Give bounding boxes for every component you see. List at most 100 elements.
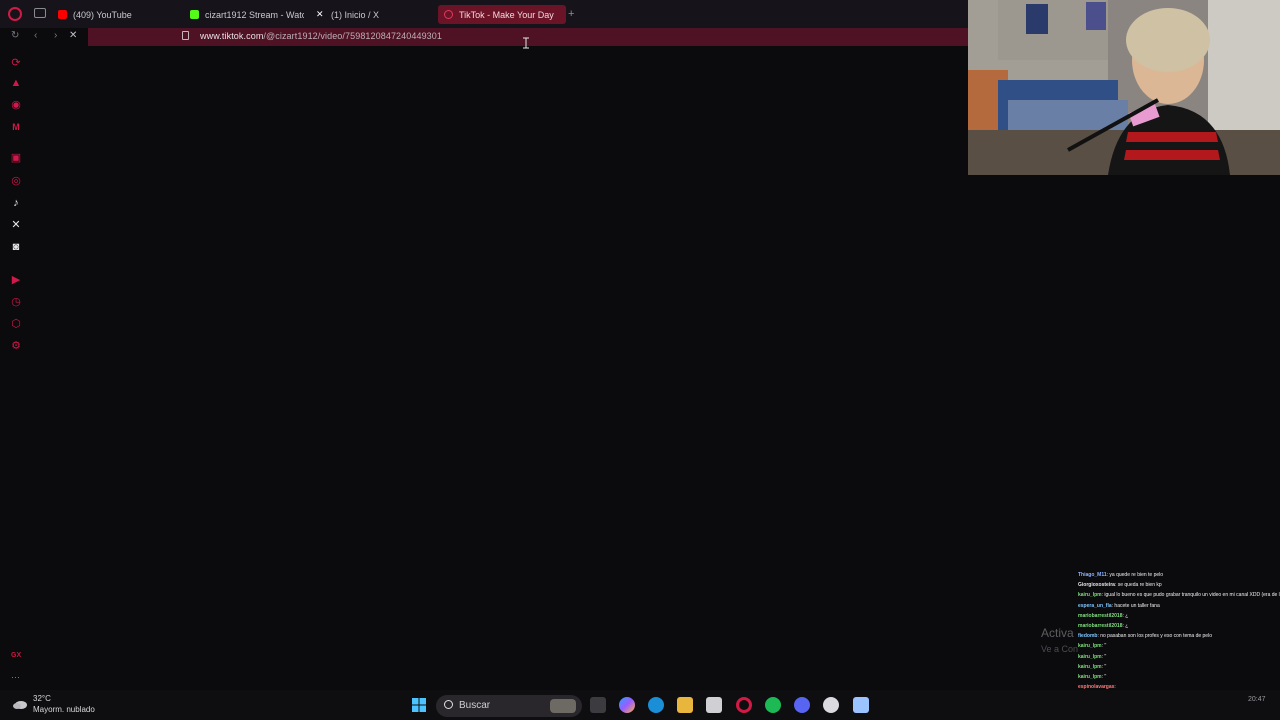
chat-username: kairu_lpm: [1078, 663, 1102, 670]
player-icon[interactable]: ▶: [10, 274, 22, 286]
reload-icon[interactable]: ↻: [11, 30, 19, 41]
chat-username: espera_un_fla: [1078, 602, 1112, 609]
tab-islands-icon[interactable]: [34, 8, 46, 18]
twitch-icon[interactable]: ▣: [10, 152, 22, 164]
opera-gx-taskbar-icon[interactable]: [736, 697, 752, 713]
chat-username: kairu_lpm: [1078, 653, 1102, 660]
chat-text: '': [1104, 674, 1107, 681]
file-explorer-icon[interactable]: [677, 697, 693, 713]
messenger-icon[interactable]: ◉: [10, 99, 22, 111]
address-bar-row: ↻ ‹ › www.tiktok.com/@cizart1912/video/7…: [0, 28, 968, 46]
task-view-icon[interactable]: [590, 697, 606, 713]
webcam-image: [968, 0, 1280, 175]
spotify-icon[interactable]: [765, 697, 781, 713]
chat-message: mariobarrestil2018: ¿: [1078, 611, 1280, 621]
sidebar: ⟳ ▲ ◉ M ▣ ◎ ♪ ✕ ◙ ▶ ◷ ⬡ ⚙: [0, 46, 32, 690]
weather-description[interactable]: Mayorm. nublado: [33, 705, 95, 714]
clock-icon[interactable]: ◷: [10, 296, 22, 308]
chat-message: kairu_lpm: '': [1078, 662, 1280, 672]
webcam-overlay: [968, 0, 1280, 175]
activate-windows-watermark: Activa: [1041, 626, 1074, 640]
windows-taskbar: 32°C Mayorm. nublado Buscar 20:47: [0, 690, 1280, 720]
tab-label: (1) Inicio / X: [331, 9, 380, 20]
chat-username: kairu_lpm: [1078, 592, 1102, 599]
chat-text: ya quede re bien te pelo: [1109, 572, 1164, 578]
weather-temperature[interactable]: 32°C: [33, 694, 51, 703]
tiktok-icon[interactable]: ♪: [10, 197, 22, 209]
chat-text: ¿: [1125, 623, 1129, 630]
clock[interactable]: 20:47: [1248, 696, 1266, 703]
opera-gx-logo-icon[interactable]: [8, 7, 22, 21]
chat-message: kairu_lpm: igual lo bueno es que pudo gr…: [1078, 590, 1280, 600]
taskbar-search[interactable]: Buscar: [436, 695, 582, 717]
url-path: /@cizart1912/video/7598120847240449301: [263, 31, 443, 41]
chat-username: fiedomb: [1078, 633, 1098, 640]
history-icon[interactable]: ⟳: [10, 57, 22, 69]
loading-spinner-icon: [444, 10, 453, 19]
stop-loading-icon[interactable]: ✕: [69, 30, 77, 41]
chat-message: Giorgioxosteira: se queda re bien kp: [1078, 580, 1280, 590]
tab-youtube[interactable]: (409) YouTube: [52, 5, 180, 24]
x-logo-icon: ✕: [316, 9, 324, 19]
tab-label: cizart1912 Stream - Watch: [205, 9, 304, 20]
chat-text: '': [1104, 653, 1107, 660]
extensions-icon[interactable]: ⬡: [10, 318, 22, 330]
forward-icon[interactable]: ›: [54, 30, 57, 41]
activate-windows-subtext: Ve a Con: [1041, 644, 1079, 654]
chat-message: fiedomb: no pasaban son los profes y eso…: [1078, 631, 1280, 641]
discord-taskbar-icon[interactable]: [794, 697, 810, 713]
lock-icon: [182, 31, 189, 40]
url-host: www.tiktok.com: [200, 31, 264, 41]
chat-username: kairu_lpm: [1078, 643, 1102, 650]
cloud-icon[interactable]: [12, 698, 28, 710]
tab-x[interactable]: ✕ (1) Inicio / X: [310, 5, 430, 24]
chat-username: kairu_lpm: [1078, 674, 1102, 681]
youtube-icon: [58, 10, 67, 19]
tab-bar: (409) YouTube cizart1912 Stream - Watch …: [0, 0, 968, 28]
gx-control-label[interactable]: GX: [11, 652, 21, 659]
back-icon[interactable]: ‹: [34, 30, 37, 41]
discord-icon[interactable]: ◙: [10, 241, 22, 253]
copilot-icon[interactable]: [619, 697, 635, 713]
chat-text: hacete un taller fana: [1114, 602, 1160, 609]
x-icon[interactable]: ✕: [10, 219, 22, 231]
url-text[interactable]: www.tiktok.com/@cizart1912/video/7598120…: [200, 31, 442, 41]
chat-username: mariobarrestil2018: [1078, 612, 1123, 619]
chat-text: no pasaban son los profes y eso con tema…: [1100, 633, 1212, 640]
chat-message: kairu_lpm: '': [1078, 641, 1280, 651]
chat-text: '': [1104, 663, 1107, 670]
edge-icon[interactable]: [648, 697, 664, 713]
chat-username: Giorgioxosteira: [1078, 582, 1115, 589]
chat-text: ¿: [1125, 612, 1129, 619]
tab-label: (409) YouTube: [73, 9, 132, 20]
chat-text: igual lo bueno es que pudo grabar tranqu…: [1104, 592, 1280, 599]
kick-icon: [190, 10, 199, 19]
opera-m-icon[interactable]: M: [10, 121, 22, 133]
more-icon[interactable]: ···: [11, 672, 20, 682]
chat-text: '': [1104, 643, 1107, 650]
chat-message: kairu_lpm: '': [1078, 652, 1280, 662]
windows-start-icon[interactable]: [411, 697, 427, 713]
search-label: Buscar: [459, 700, 491, 711]
notepad-icon[interactable]: [853, 697, 869, 713]
text-cursor-icon: [523, 37, 529, 49]
chat-username: mariobarrestil2018: [1078, 623, 1123, 630]
aria-icon[interactable]: ▲: [10, 77, 22, 89]
search-highlight-icon: [550, 699, 576, 713]
chat-message: Thiago_M11: ya quede re bien te pelo: [1078, 570, 1280, 580]
tab-kick[interactable]: cizart1912 Stream - Watch: [184, 5, 304, 24]
tab-tiktok[interactable]: TikTok - Make Your Day: [438, 5, 566, 24]
chat-message: espera_un_fla: hacete un taller fana: [1078, 601, 1280, 611]
settings-icon[interactable]: ⚙: [10, 340, 22, 352]
tab-label: TikTok - Make Your Day: [459, 9, 554, 20]
chat-text: se queda re bien kp: [1117, 582, 1162, 589]
chat-username: Thiago_M11: [1078, 572, 1107, 578]
chat-message: kairu_lpm: '': [1078, 672, 1280, 682]
instagram-icon[interactable]: ◎: [10, 175, 22, 187]
stream-chat: Thiago_M11: ya quede re bien te pelo Gior…: [1078, 570, 1280, 703]
chat-message: mariobarrestil2018: ¿: [1078, 621, 1280, 631]
store-icon[interactable]: [706, 697, 722, 713]
new-tab-button[interactable]: +: [568, 8, 574, 20]
search-icon: [444, 700, 453, 709]
obs-icon[interactable]: [823, 697, 839, 713]
